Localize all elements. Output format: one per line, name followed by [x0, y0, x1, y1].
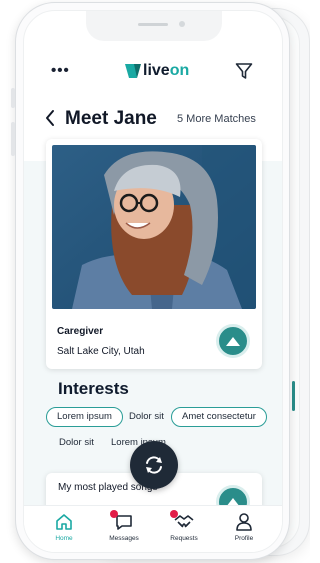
chevron-up-icon — [226, 337, 240, 346]
person-icon — [236, 513, 252, 531]
more-matches-link[interactable]: 5 More Matches — [177, 113, 256, 125]
interest-tag[interactable]: Dolor sit — [59, 437, 94, 448]
tab-profile-label: Profile — [234, 535, 254, 542]
refresh-button[interactable] — [130, 441, 178, 489]
background-phone-accent — [292, 381, 295, 411]
tab-messages-label: Messages — [109, 535, 139, 542]
logo-text-on: on — [169, 62, 190, 79]
speaker-icon — [138, 23, 168, 26]
interest-chip-selected[interactable]: Lorem ipsum — [46, 407, 123, 427]
interest-chip-selected[interactable]: Amet consectetur — [171, 407, 267, 427]
phone-side-button — [11, 88, 15, 108]
camera-icon — [179, 21, 185, 27]
home-icon — [56, 514, 72, 530]
tab-requests[interactable]: Requests — [158, 510, 210, 542]
bottom-tab-bar: Home Messages Requests Profile — [24, 505, 282, 552]
interests-heading: Interests — [58, 379, 129, 398]
tab-requests-label: Requests — [170, 535, 198, 542]
refresh-icon — [146, 456, 162, 474]
tab-messages[interactable]: Messages — [98, 510, 150, 542]
filter-icon[interactable] — [235, 62, 253, 80]
profile-location: Salt Lake City, Utah — [57, 346, 145, 357]
tab-profile[interactable]: Profile — [218, 512, 270, 542]
tab-home-label: Home — [55, 535, 73, 542]
profile-role: Caregiver — [57, 326, 104, 337]
app-logo: liveon — [125, 62, 189, 80]
page-title: Meet Jane — [65, 108, 157, 129]
stage: ••• liveon Meet Jane 5 More Matches Care… — [0, 0, 310, 563]
profile-card[interactable]: Caregiver Salt Lake City, Utah — [46, 139, 262, 369]
more-menu-button[interactable]: ••• — [51, 62, 70, 79]
phone-volume-button — [11, 122, 15, 156]
messages-badge — [110, 510, 118, 518]
requests-badge — [170, 510, 178, 518]
logo-text-live: live — [143, 62, 170, 79]
interest-tag[interactable]: Dolor sit — [129, 411, 164, 422]
phone-notch — [86, 11, 222, 41]
logo-mark-icon — [125, 64, 141, 78]
phone-screen: ••• liveon Meet Jane 5 More Matches Care… — [23, 10, 283, 553]
tab-home[interactable]: Home — [38, 512, 90, 542]
back-arrow-icon[interactable] — [44, 109, 56, 127]
profile-photo — [52, 145, 256, 309]
logo-text: liveon — [143, 62, 189, 80]
expand-profile-button[interactable] — [216, 324, 250, 358]
